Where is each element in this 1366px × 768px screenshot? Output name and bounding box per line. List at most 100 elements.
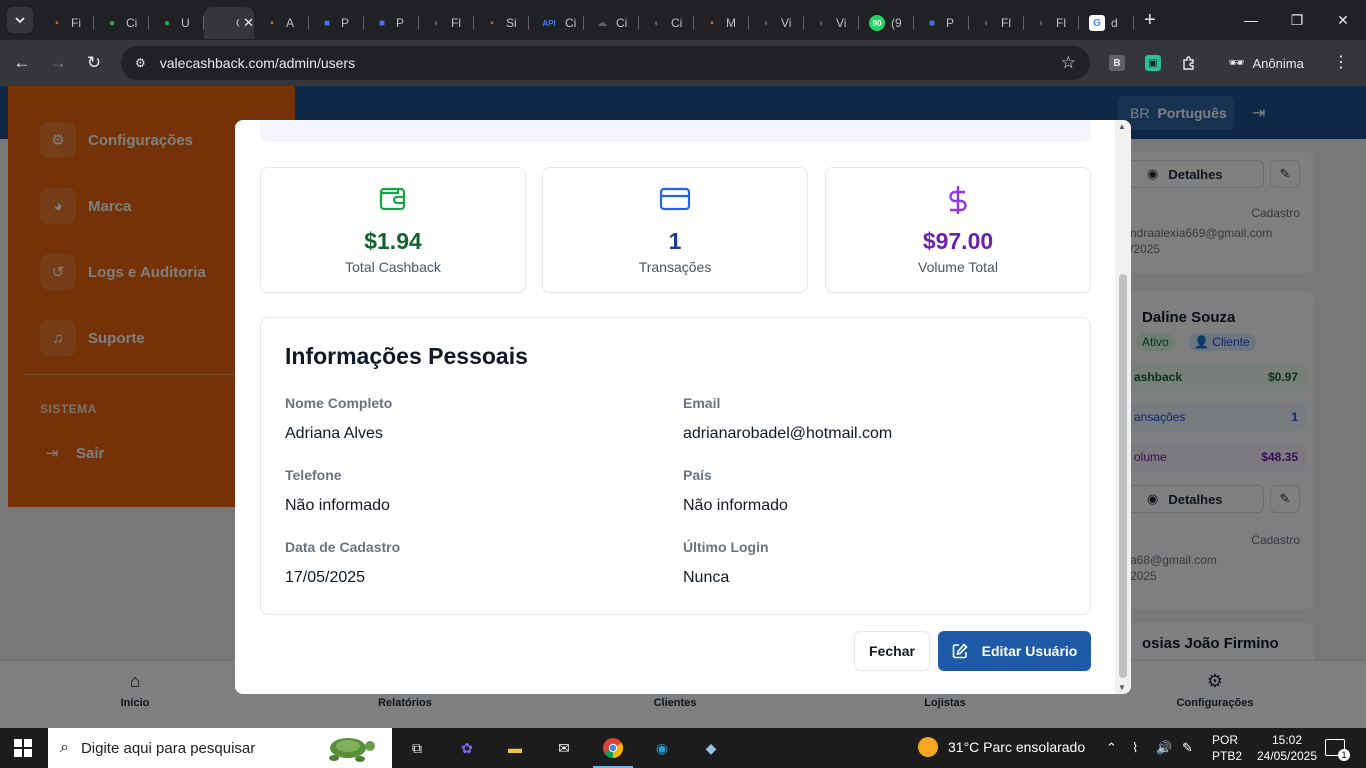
system-clock[interactable]: 15:02 24/05/2025	[1255, 732, 1319, 764]
chrome-icon[interactable]	[593, 736, 633, 768]
copilot-icon[interactable]: ✿	[455, 736, 479, 760]
window-controls: — ❐ ✕	[1228, 0, 1366, 40]
tab-favicon-icon: ●	[108, 17, 116, 29]
browser-tab[interactable]: 90 (9	[859, 7, 914, 39]
browser-tab[interactable]: ■ P	[914, 7, 969, 39]
volume-icon[interactable]: 🔊	[1156, 740, 1172, 756]
incognito-profile[interactable]: 🕶 Anônima	[1228, 49, 1304, 77]
tab-search-button[interactable]	[7, 7, 33, 33]
tab-title: P	[946, 16, 955, 30]
wallet-icon	[261, 184, 525, 214]
edit-user-label: Editar Usuário	[981, 643, 1078, 659]
tab-title: G	[236, 16, 239, 30]
address-bar[interactable]: ⚙ valecashback.com/admin/users ☆	[121, 46, 1090, 80]
tab-favicon-icon: ■	[323, 17, 331, 29]
browser-tab[interactable]: ◐ Ci	[639, 7, 694, 39]
notification-center-icon[interactable]: 1	[1325, 739, 1350, 761]
new-tab-button[interactable]: +	[1144, 9, 1156, 32]
mail-icon[interactable]: ✉	[552, 736, 576, 760]
windows-start-icon[interactable]	[14, 739, 32, 757]
pen-icon[interactable]: ✎	[1182, 740, 1193, 756]
windows-taskbar: ⌕ Digite aqui para pesquisar ⧉ ✿ ▬ ✉ ◉ ◆…	[0, 728, 1366, 768]
edge-icon[interactable]: ◉	[650, 736, 674, 760]
forward-button[interactable]: →	[40, 45, 76, 81]
browser-menu-icon[interactable]: ⋮	[1333, 52, 1349, 72]
extensions-puzzle-icon[interactable]	[1174, 48, 1204, 78]
tab-favicon-icon: ◐	[653, 17, 661, 29]
scroll-up-arrow[interactable]: ▲	[1118, 122, 1126, 131]
extension-teal-icon[interactable]: ▣	[1138, 48, 1168, 78]
scroll-thumb[interactable]	[1119, 274, 1127, 678]
tab-title: Fl	[451, 16, 461, 30]
tab-title: Ci	[671, 16, 683, 30]
tab-title: Si	[506, 16, 517, 30]
search-placeholder: Digite aqui para pesquisar	[80, 739, 256, 757]
browser-tab[interactable]: G✕	[204, 7, 254, 39]
tab-title: Fi	[71, 16, 81, 30]
stat-total-cashback: $1.94 Total Cashback	[260, 167, 526, 293]
back-button[interactable]: ←	[4, 45, 40, 81]
taskbar-search-box[interactable]: ⌕ Digite aqui para pesquisar	[48, 728, 392, 768]
browser-tab[interactable]: ▪ M	[694, 7, 749, 39]
file-explorer-icon[interactable]: ▬	[503, 736, 527, 760]
tab-title: d	[1111, 16, 1118, 30]
close-window-button[interactable]: ✕	[1320, 0, 1366, 40]
bookmark-star-icon[interactable]: ☆	[1061, 53, 1076, 73]
browser-tab[interactable]: ■ P	[309, 7, 364, 39]
chevron-up-icon[interactable]: ⌃	[1106, 740, 1117, 756]
browser-tab[interactable]: API Ci	[529, 7, 584, 39]
weather-widget[interactable]: 31°C Parc ensolarado	[918, 737, 1085, 757]
input-language[interactable]: POR PTB2	[1212, 732, 1242, 764]
credit-card-icon	[543, 184, 807, 214]
tab-title: Ci	[616, 16, 628, 30]
browser-tab[interactable]: Gd	[1079, 7, 1134, 39]
tab-favicon-icon: ◐	[983, 17, 991, 29]
browser-tab[interactable]: ☁ Ci	[584, 7, 639, 39]
tab-title: M	[726, 16, 736, 30]
browser-tab[interactable]: ◐ Vi	[804, 7, 859, 39]
minimize-button[interactable]: —	[1228, 0, 1274, 40]
browser-tab[interactable]: ■ P	[364, 7, 419, 39]
browser-tab[interactable]: ▪ Si	[474, 7, 529, 39]
close-button[interactable]: Fechar	[854, 631, 930, 671]
tab-favicon-icon: ☁	[597, 17, 607, 29]
country-label: País	[683, 467, 712, 483]
tab-favicon-icon: ▪	[270, 17, 274, 29]
browser-tab[interactable]: ▪ Fi	[39, 7, 94, 39]
browser-tab[interactable]: ◐ Fl	[1024, 7, 1079, 39]
extension-b-icon[interactable]: B	[1102, 48, 1132, 78]
modal-scrollbar[interactable]: ▲ ▼	[1115, 120, 1131, 694]
email-label: Email	[683, 395, 721, 411]
browser-tab[interactable]: ◐ Vi	[749, 7, 804, 39]
stat-total-volume: $97.00 Volume Total	[825, 167, 1091, 293]
browser-tab[interactable]: ◐ Fl	[969, 7, 1024, 39]
browser-tab[interactable]: ◐ Fl	[419, 7, 474, 39]
stat-label: Transações	[638, 259, 712, 275]
last-login-label: Último Login	[683, 539, 769, 555]
browser-tab[interactable]: ● U	[149, 7, 204, 39]
stat-value: $97.00	[922, 228, 994, 254]
tab-favicon-icon: ▪	[55, 17, 59, 29]
scroll-down-arrow[interactable]: ▼	[1118, 683, 1126, 692]
browser-tab[interactable]: ▪ A	[254, 7, 309, 39]
tab-separator	[1133, 16, 1134, 30]
url-text[interactable]: valecashback.com/admin/users	[160, 55, 355, 71]
notification-count: 1	[1338, 749, 1350, 761]
last-login-value: Nunca	[683, 569, 730, 586]
network-icon[interactable]: ⌇	[1132, 740, 1138, 756]
site-info-icon[interactable]: ⚙	[135, 56, 146, 70]
registration-date-value: 17/05/2025	[285, 569, 366, 586]
tab-title: Ci	[126, 16, 138, 30]
tab-title: A	[286, 16, 295, 30]
browser-tab[interactable]: ● Ci	[94, 7, 149, 39]
reload-button[interactable]: ↻	[76, 45, 112, 81]
edit-user-button[interactable]: Editar Usuário	[938, 631, 1091, 671]
tab-title: U	[181, 16, 190, 30]
app-icon[interactable]: ◆	[699, 736, 723, 760]
task-view-icon[interactable]: ⧉	[405, 736, 429, 760]
stat-value: $1.94	[364, 228, 422, 254]
restore-button[interactable]: ❐	[1274, 0, 1320, 40]
stat-value: 1	[668, 228, 682, 254]
incognito-icon: 🕶	[1228, 55, 1245, 70]
tab-close-icon[interactable]: ✕	[243, 15, 254, 31]
